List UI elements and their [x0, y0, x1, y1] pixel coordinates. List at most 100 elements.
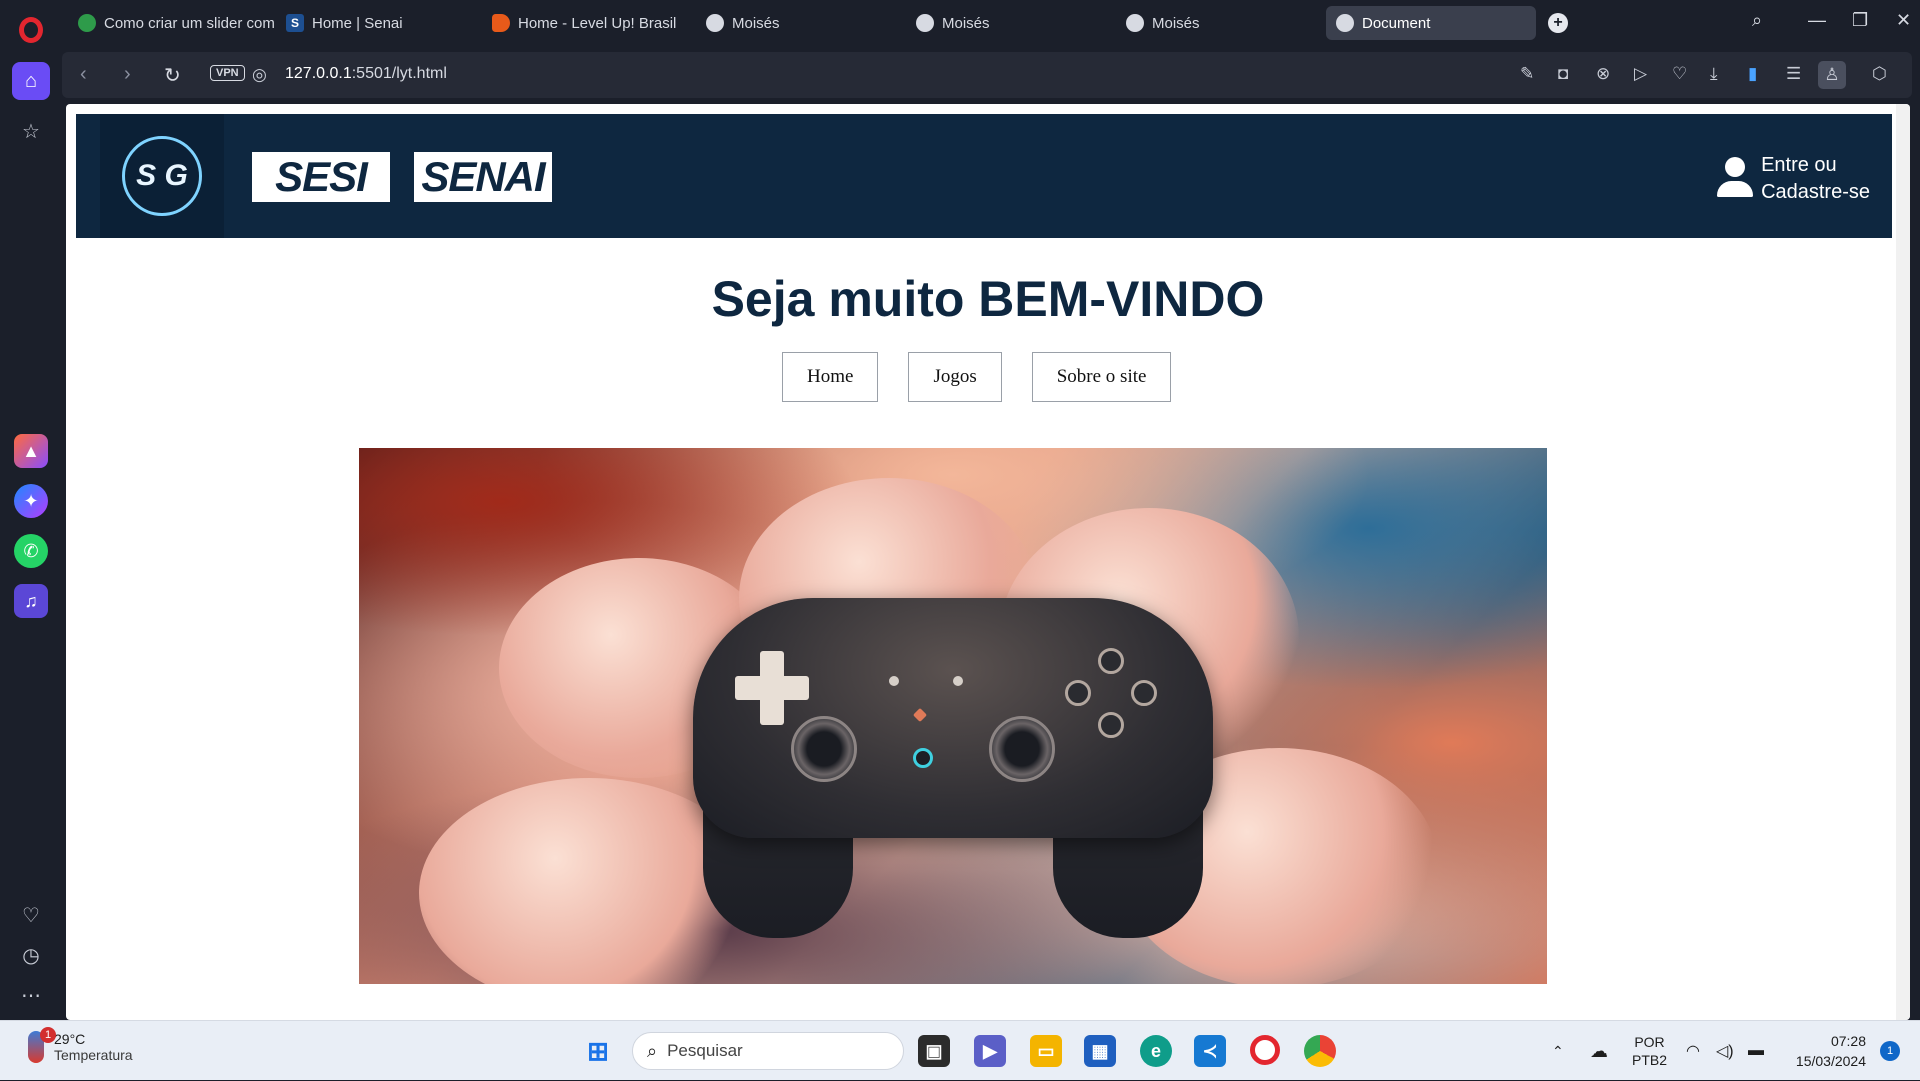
site-header: S G SESI SENAI Entre ou Cadastre-se — [76, 114, 1892, 238]
minimize-icon[interactable]: — — [1808, 10, 1826, 31]
sg-logo-mark: S G — [122, 136, 202, 216]
tab-label: Home - Level Up! Brasil — [518, 14, 677, 32]
nav-home-button[interactable]: Home — [782, 352, 879, 402]
edit-icon[interactable]: ✎ — [1520, 64, 1534, 84]
play-icon[interactable]: ▷ — [1634, 64, 1647, 84]
vpn-badge[interactable]: VPN — [210, 65, 245, 81]
gamepad-illustration — [693, 598, 1213, 938]
weather-label: Temperatura — [54, 1047, 133, 1063]
battery-saver-icon[interactable]: ▮ — [1748, 64, 1757, 84]
home-icon[interactable]: ⌂ — [12, 62, 50, 100]
back-icon[interactable]: ‹ — [80, 63, 87, 86]
camera-icon[interactable]: ◘ — [1558, 64, 1568, 84]
vscode-icon[interactable]: ≺ — [1194, 1035, 1226, 1067]
heart-icon[interactable]: ♡ — [12, 896, 50, 934]
language-indicator[interactable]: POR PTB2 — [1632, 1021, 1667, 1081]
taskbar-clock[interactable]: 07:28 15/03/2024 — [1796, 1031, 1866, 1071]
windows-start-icon[interactable]: ⊞ — [582, 1035, 614, 1067]
levelup-favicon-icon — [492, 14, 510, 32]
bookmarks-star-icon[interactable]: ☆ — [12, 112, 50, 150]
tab-label: Moisés — [1152, 14, 1200, 32]
url-path: :5501/lyt.html — [351, 65, 447, 82]
sesi-logo[interactable]: SESI — [252, 152, 390, 202]
globe-icon — [706, 14, 724, 32]
whatsapp-icon[interactable]: ✆ — [14, 534, 48, 568]
favorite-heart-icon[interactable]: ♡ — [1672, 64, 1687, 84]
extensions-icon[interactable]: ⬡ — [1872, 64, 1887, 84]
tab-label: Document — [1362, 14, 1431, 32]
show-hidden-icons[interactable]: ⌃ — [1552, 1021, 1564, 1081]
weather-badge: 1 — [40, 1027, 56, 1043]
aria-ai-icon[interactable]: ▲ — [14, 434, 48, 468]
music-player-icon[interactable]: ♫ — [14, 584, 48, 618]
taskbar-search[interactable]: ⌕ Pesquisar — [632, 1032, 904, 1070]
globe-icon — [916, 14, 934, 32]
clock-date: 15/03/2024 — [1795, 1053, 1866, 1069]
nav-sobre-button[interactable]: Sobre o site — [1031, 352, 1172, 402]
messenger-icon[interactable]: ✦ — [14, 484, 48, 518]
weather-temp: 29°C — [54, 1031, 86, 1047]
search-tabs-icon[interactable]: ⌕ — [1752, 10, 1762, 31]
clock-time: 07:28 — [1830, 1033, 1866, 1049]
senai-logo[interactable]: SENAI — [414, 152, 552, 202]
tab-favicon-icon — [78, 14, 96, 32]
tab-levelup[interactable]: Home - Level Up! Brasil — [482, 6, 682, 40]
tab-label: Como criar um slider com — [104, 14, 274, 32]
reload-icon[interactable]: ↻ — [164, 63, 181, 88]
weather-widget[interactable]: 1 29°C Temperatura — [28, 1027, 133, 1063]
search-icon: ⌕ — [647, 1040, 658, 1061]
lang-code: POR — [1634, 1034, 1665, 1050]
forward-icon[interactable]: › — [124, 63, 131, 86]
tab-label: Moisés — [942, 14, 990, 32]
adblock-icon[interactable]: ⊗ — [1596, 64, 1610, 84]
login-line-1: Entre ou — [1761, 154, 1837, 176]
tab-document[interactable]: Document — [1326, 6, 1536, 40]
site-info-globe-icon[interactable]: ◎ — [252, 65, 267, 85]
senai-favicon-icon: S — [286, 14, 304, 32]
windows-taskbar: 1 29°C Temperatura ⊞ ⌕ Pesquisar ▣ ▶ ▭ ▦… — [0, 1020, 1920, 1080]
page-scrollbar[interactable] — [1896, 104, 1910, 1020]
tab-moises-2[interactable]: Moisés — [906, 6, 1106, 40]
history-clock-icon[interactable]: ◷ — [12, 936, 50, 974]
globe-icon — [1336, 14, 1354, 32]
task-view-icon[interactable]: ▣ — [918, 1035, 950, 1067]
globe-icon — [1126, 14, 1144, 32]
microsoft-store-icon[interactable]: ▦ — [1084, 1035, 1116, 1067]
tab-label: Moisés — [732, 14, 780, 32]
volume-icon[interactable]: ◁) — [1716, 1021, 1734, 1081]
teams-chat-icon[interactable]: ▶ — [974, 1035, 1006, 1067]
page-title: Seja muito BEM-VINDO — [711, 271, 1265, 327]
nav-jogos-button[interactable]: Jogos — [908, 352, 1002, 402]
file-explorer-icon[interactable]: ▭ — [1030, 1035, 1062, 1067]
opera-taskbar-icon[interactable] — [1250, 1035, 1280, 1065]
url-field[interactable]: 127.0.0.1:5501/lyt.html — [285, 65, 447, 83]
edge-icon[interactable]: e — [1140, 1035, 1172, 1067]
tab-moises-3[interactable]: Moisés — [1116, 6, 1316, 40]
onedrive-icon[interactable]: ☁ — [1590, 1021, 1608, 1081]
tab-strip: Como criar um slider com S Home | Senai … — [62, 0, 1920, 46]
login-line-2: Cadastre-se — [1761, 181, 1870, 203]
opera-logo-icon[interactable] — [19, 17, 43, 43]
close-window-icon[interactable]: ✕ — [1896, 10, 1911, 31]
profile-icon[interactable]: ♙ — [1818, 61, 1846, 89]
new-tab-button[interactable]: + — [1548, 13, 1568, 33]
main-nav: Home Jogos Sobre o site — [782, 352, 1172, 402]
wifi-icon[interactable]: ◠ — [1686, 1021, 1700, 1081]
keyboard-layout: PTB2 — [1632, 1052, 1668, 1068]
easy-setup-icon[interactable]: ☰ — [1786, 64, 1801, 84]
login-link[interactable]: Entre ou Cadastre-se — [1715, 152, 1870, 206]
more-options-icon[interactable]: ⋯ — [12, 976, 50, 1014]
page-viewport: S G SESI SENAI Entre ou Cadastre-se Seja… — [66, 104, 1910, 1020]
tab-senai[interactable]: S Home | Senai — [276, 6, 476, 40]
hero-image — [359, 448, 1547, 984]
tab-moises-1[interactable]: Moisés — [696, 6, 896, 40]
chrome-icon[interactable] — [1304, 1035, 1336, 1067]
download-icon[interactable]: ⤓ — [1710, 64, 1718, 84]
url-host: 127.0.0.1 — [285, 65, 352, 82]
notification-badge[interactable]: 1 — [1880, 1041, 1900, 1061]
thermometer-icon: 1 — [28, 1027, 56, 1063]
restore-icon[interactable]: ❐ — [1852, 10, 1868, 31]
tab-slider[interactable]: Como criar um slider com — [68, 6, 274, 40]
battery-icon[interactable]: ▬ — [1748, 1021, 1764, 1081]
sg-logo[interactable]: S G — [100, 114, 224, 238]
